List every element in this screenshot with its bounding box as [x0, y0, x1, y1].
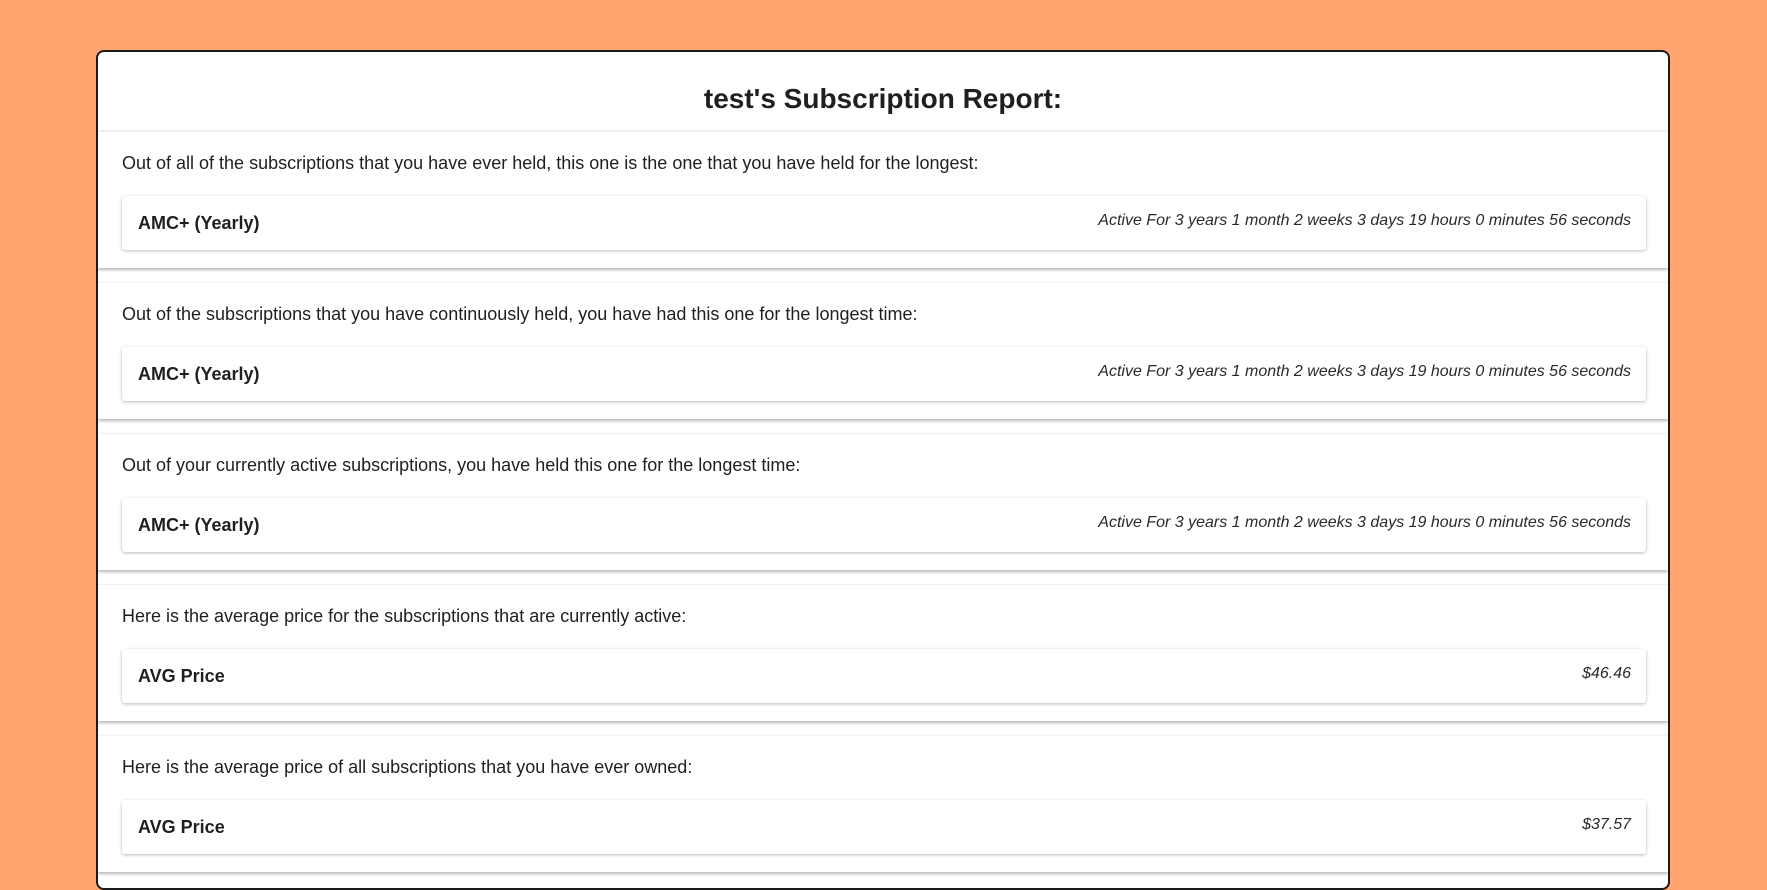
subscription-name: AMC+ (Yearly) [138, 213, 260, 233]
avg-price-label: AVG Price [138, 817, 225, 837]
section-description: Out of the subscriptions that you have c… [122, 304, 918, 324]
section-description: Here is the average price for the subscr… [122, 606, 687, 626]
section-description: Here is the average price of all subscri… [122, 757, 693, 777]
avg-price-value: $37.57 [1582, 816, 1631, 833]
section-avg-price-active: Here is the average price for the subscr… [98, 584, 1668, 721]
section-longest-currently-active: Out of your currently active subscriptio… [98, 433, 1668, 570]
section-description: Out of your currently active subscriptio… [122, 455, 801, 475]
list-item: AVG Price $37.57 [122, 800, 1646, 854]
active-duration: Active For 3 years 1 month 2 weeks 3 day… [1098, 363, 1631, 380]
subscription-name: AMC+ (Yearly) [138, 364, 260, 384]
subscription-name: AMC+ (Yearly) [138, 515, 260, 535]
list-item: AVG Price $46.46 [122, 649, 1646, 703]
list-item: AMC+ (Yearly) Active For 3 years 1 month… [122, 347, 1646, 401]
active-duration: Active For 3 years 1 month 2 weeks 3 day… [1098, 212, 1631, 229]
section-avg-price-all: Here is the average price of all subscri… [98, 735, 1668, 872]
avg-price-label: AVG Price [138, 666, 225, 686]
report-card: test's Subscription Report: Out of all o… [96, 50, 1670, 890]
active-duration: Active For 3 years 1 month 2 weeks 3 day… [1098, 514, 1631, 531]
section-longest-continuously-held: Out of the subscriptions that you have c… [98, 282, 1668, 419]
avg-price-value: $46.46 [1582, 665, 1631, 682]
list-item: AMC+ (Yearly) Active For 3 years 1 month… [122, 196, 1646, 250]
section-longest-ever-held: Out of all of the subscriptions that you… [98, 131, 1668, 268]
section-description: Out of all of the subscriptions that you… [122, 153, 979, 173]
list-item: AMC+ (Yearly) Active For 3 years 1 month… [122, 498, 1646, 552]
page-title: test's Subscription Report: [98, 52, 1668, 131]
